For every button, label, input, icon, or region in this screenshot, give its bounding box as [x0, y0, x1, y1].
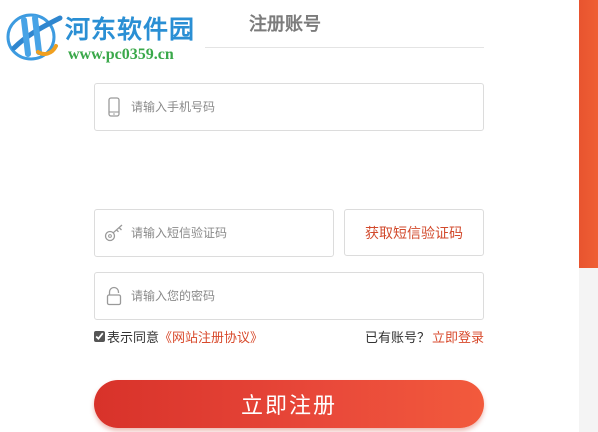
phone-icon	[108, 97, 120, 117]
password-field[interactable]	[94, 272, 484, 320]
page-title: 注册账号	[249, 14, 321, 35]
register-button[interactable]: 立即注册	[94, 380, 484, 428]
watermark-url: www.pc0359.cn	[68, 46, 174, 63]
has-account-text: 已有账号？	[364, 330, 430, 346]
agreement-label: 表示同意	[107, 330, 160, 346]
login-link[interactable]: 立即登录	[432, 327, 484, 346]
watermark-site-name: 河东软件园	[65, 15, 196, 44]
agreement-checkbox[interactable]	[94, 330, 105, 342]
watermark-logo-icon	[6, 13, 63, 61]
login-row: 已有账号？ 立即登录	[364, 327, 484, 346]
title-divider	[205, 47, 484, 48]
sms-code-input[interactable]	[131, 210, 323, 256]
watermark: 河东软件园 www.pc0359.cn	[0, 0, 215, 72]
page-edge-accent	[579, 0, 598, 268]
key-icon	[104, 224, 123, 242]
agreement-link[interactable]: 《网站注册协议》	[159, 327, 263, 346]
sms-code-field[interactable]	[94, 209, 334, 257]
phone-input[interactable]	[131, 84, 473, 130]
get-sms-code-button[interactable]: 获取短信验证码	[344, 209, 484, 256]
page-edge-background	[579, 268, 598, 432]
password-input[interactable]	[131, 273, 473, 319]
lock-icon	[106, 286, 122, 306]
agreement-row: 表示同意 《网站注册协议》	[94, 327, 263, 346]
phone-field[interactable]	[94, 83, 484, 131]
